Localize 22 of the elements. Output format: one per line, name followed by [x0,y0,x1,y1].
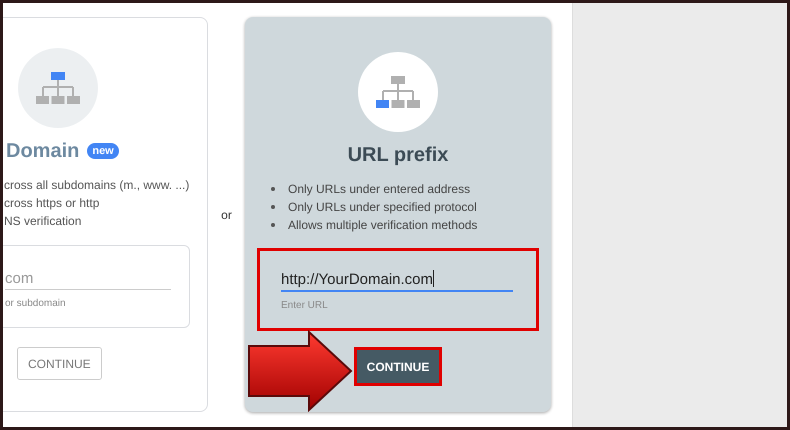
card-title: URL prefix [348,144,448,166]
helper-text: or subdomain [5,298,67,309]
input-field[interactable]: http://YourDomain.com [281,270,513,292]
or-label: or [221,208,232,223]
option-card[interactable]: Domain new cross all subdomains (m., www. ...) cross https or http NS verification com or subdomain CONTINUE [3,17,208,412]
feature-text: Allows multiple verification methods [288,218,478,232]
bullet-icon [271,204,275,208]
sitemap-icon [36,72,80,104]
continue-button[interactable]: CONTINUE [17,347,102,380]
feature-text: cross https or http [4,196,100,210]
feature-text: Only URLs under specified protocol [288,200,477,214]
feature-text: cross all subdomains (m., www. ...) [4,178,190,192]
helper-text: Enter URL [281,300,329,311]
bullet-icon [271,186,275,190]
option-card[interactable]: URL prefix Only URLs under entered address Only URLs under specified protocol Allows multiple verification methods http://YourDomain.com Enter URL CONTINUE [245,17,551,412]
bullet-icon [271,222,275,226]
sitemap-icon [376,76,420,108]
continue-button[interactable]: CONTINUE [356,350,440,383]
feature-text: Only URLs under entered address [288,182,470,196]
new-badge: new [87,143,119,159]
card-title: Domain [6,140,80,162]
feature-text: NS verification [4,214,82,228]
